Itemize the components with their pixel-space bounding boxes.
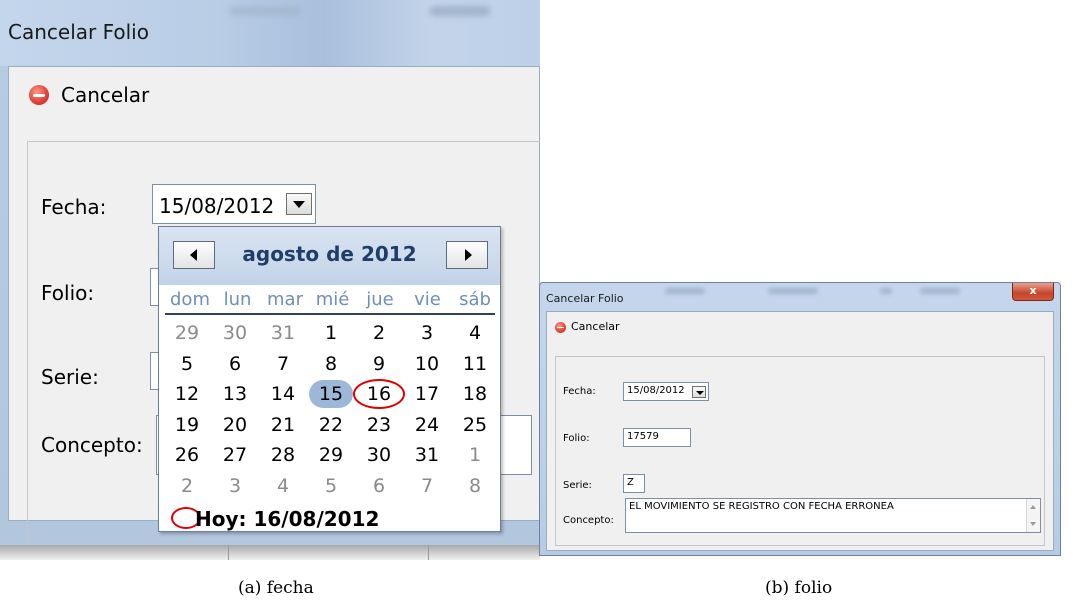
client-area: Cancelar Fecha: 15/08/2012 Folio: 17579 … <box>546 311 1054 551</box>
calendar-day[interactable]: 5 <box>309 472 353 500</box>
scroll-up-icon[interactable] <box>1030 505 1036 509</box>
title-bar[interactable]: Cancelar Folio <box>0 0 540 66</box>
calendar-day[interactable]: 6 <box>213 350 257 378</box>
weekday-label: dom <box>170 289 210 310</box>
calendar-day[interactable]: 13 <box>213 380 257 408</box>
calendar-day[interactable]: 27 <box>213 441 257 469</box>
calendar-day[interactable]: 28 <box>261 441 305 469</box>
weekday-label: vie <box>414 289 441 310</box>
calendar-day[interactable]: 8 <box>453 472 497 500</box>
calendar-day[interactable]: 31 <box>261 319 305 347</box>
calendar-day[interactable]: 30 <box>213 319 257 347</box>
cancel-button[interactable]: Cancelar <box>571 320 620 333</box>
folio-value: 17579 <box>627 431 659 442</box>
concepto-label: Concepto: <box>563 515 614 526</box>
calendar-day[interactable]: 9 <box>357 350 401 378</box>
calendar-day[interactable]: 22 <box>309 411 353 439</box>
calendar-day[interactable]: 29 <box>165 319 209 347</box>
fecha-label: Fecha: <box>41 195 107 219</box>
concepto-label: Concepto: <box>41 433 143 457</box>
calendar-day[interactable]: 2 <box>165 472 209 500</box>
cancel-icon[interactable] <box>29 85 49 105</box>
calendar-day[interactable]: 3 <box>405 319 449 347</box>
window-title: Cancelar Folio <box>546 292 624 305</box>
calendar-day[interactable]: 20 <box>213 411 257 439</box>
fecha-label: Fecha: <box>563 386 596 397</box>
weekday-label: sáb <box>459 289 491 310</box>
calendar-day[interactable]: 1 <box>453 441 497 469</box>
folio-input[interactable]: 17579 <box>623 428 691 447</box>
caption-b: (b) folio <box>765 578 833 598</box>
calendar-day[interactable]: 8 <box>309 350 353 378</box>
chevron-down-icon <box>293 201 305 208</box>
today-ring-marker <box>353 379 405 409</box>
serie-label: Serie: <box>563 480 592 491</box>
calendar-day[interactable]: 2 <box>357 319 401 347</box>
calendar-day[interactable]: 30 <box>357 441 401 469</box>
caption-a: (a) fecha <box>238 578 314 598</box>
chevron-down-icon <box>696 391 704 395</box>
calendar-day[interactable]: 19 <box>165 411 209 439</box>
next-month-button[interactable] <box>446 241 488 269</box>
today-button[interactable]: Hoy: 16/08/2012 <box>195 507 379 531</box>
close-icon: x <box>1029 284 1037 297</box>
calendar-day[interactable]: 24 <box>405 411 449 439</box>
scroll-down-icon[interactable] <box>1030 522 1036 526</box>
calendar-day[interactable]: 25 <box>453 411 497 439</box>
folio-label: Folio: <box>563 433 590 444</box>
calendar-day[interactable]: 11 <box>453 350 497 378</box>
weekday-label: jue <box>366 289 394 310</box>
cancel-icon[interactable] <box>555 322 566 333</box>
calendar-day[interactable]: 4 <box>261 472 305 500</box>
concepto-textarea[interactable]: EL MOVIMIENTO SE REGISTRO CON FECHA ERRO… <box>625 498 1041 533</box>
weekday-header: dom lun mar mié jue vie sáb <box>165 289 495 315</box>
calendar-day[interactable]: 14 <box>261 380 305 408</box>
fecha-date-picker[interactable]: 15/08/2012 <box>152 184 316 224</box>
fecha-date-picker[interactable]: 15/08/2012 <box>623 382 709 401</box>
calendar-day[interactable]: 21 <box>261 411 305 439</box>
calendar-day[interactable]: 3 <box>213 472 257 500</box>
serie-input[interactable]: Z <box>623 474 645 493</box>
calendar-day[interactable]: 15 <box>309 380 353 408</box>
calendar-day[interactable]: 31 <box>405 441 449 469</box>
calendar-popup: agosto de 2012 dom lun mar mié jue vie sáb 29 3… <box>158 226 501 532</box>
calendar-day[interactable]: 5 <box>165 350 209 378</box>
cancel-button[interactable]: Cancelar <box>61 83 149 107</box>
panel-a-zoomed-window: Cancelar Folio Cancelar Fecha: Folio: Se… <box>0 0 540 560</box>
window-title: Cancelar Folio <box>8 20 149 44</box>
calendar-day[interactable]: 23 <box>357 411 401 439</box>
calendar-day[interactable]: 7 <box>405 472 449 500</box>
calendar-day[interactable]: 7 <box>261 350 305 378</box>
calendar-day[interactable]: 18 <box>453 380 497 408</box>
close-button[interactable]: x <box>1012 283 1054 301</box>
folio-label: Folio: <box>41 281 95 305</box>
calendar-day[interactable]: 1 <box>309 319 353 347</box>
dropdown-button[interactable] <box>286 193 312 215</box>
calendar-day[interactable]: 10 <box>405 350 449 378</box>
serie-label: Serie: <box>41 365 99 389</box>
calendar-header: agosto de 2012 <box>159 227 500 285</box>
fecha-value: 15/08/2012 <box>627 385 685 396</box>
calendar-day[interactable]: 26 <box>165 441 209 469</box>
fecha-value: 15/08/2012 <box>159 194 275 218</box>
arrow-right-icon <box>465 249 472 261</box>
calendar-day[interactable]: 6 <box>357 472 401 500</box>
weekday-label: lun <box>223 289 252 310</box>
calendar-day[interactable]: 4 <box>453 319 497 347</box>
calendar-day[interactable]: 12 <box>165 380 209 408</box>
weekday-label: mar <box>267 289 303 310</box>
calendar-day[interactable]: 17 <box>405 380 449 408</box>
dropdown-button[interactable] <box>692 386 706 398</box>
weekday-label: mié <box>315 289 350 310</box>
panel-b-window: Cancelar Folio x Cancelar Fecha: 15/08/2… <box>539 282 1061 556</box>
toolbar: Cancelar <box>9 67 540 127</box>
scrollbar[interactable] <box>1026 499 1040 532</box>
calendar-day[interactable]: 29 <box>309 441 353 469</box>
serie-value: Z <box>627 477 634 488</box>
concepto-value: EL MOVIMIENTO SE REGISTRO CON FECHA ERRO… <box>629 501 894 512</box>
